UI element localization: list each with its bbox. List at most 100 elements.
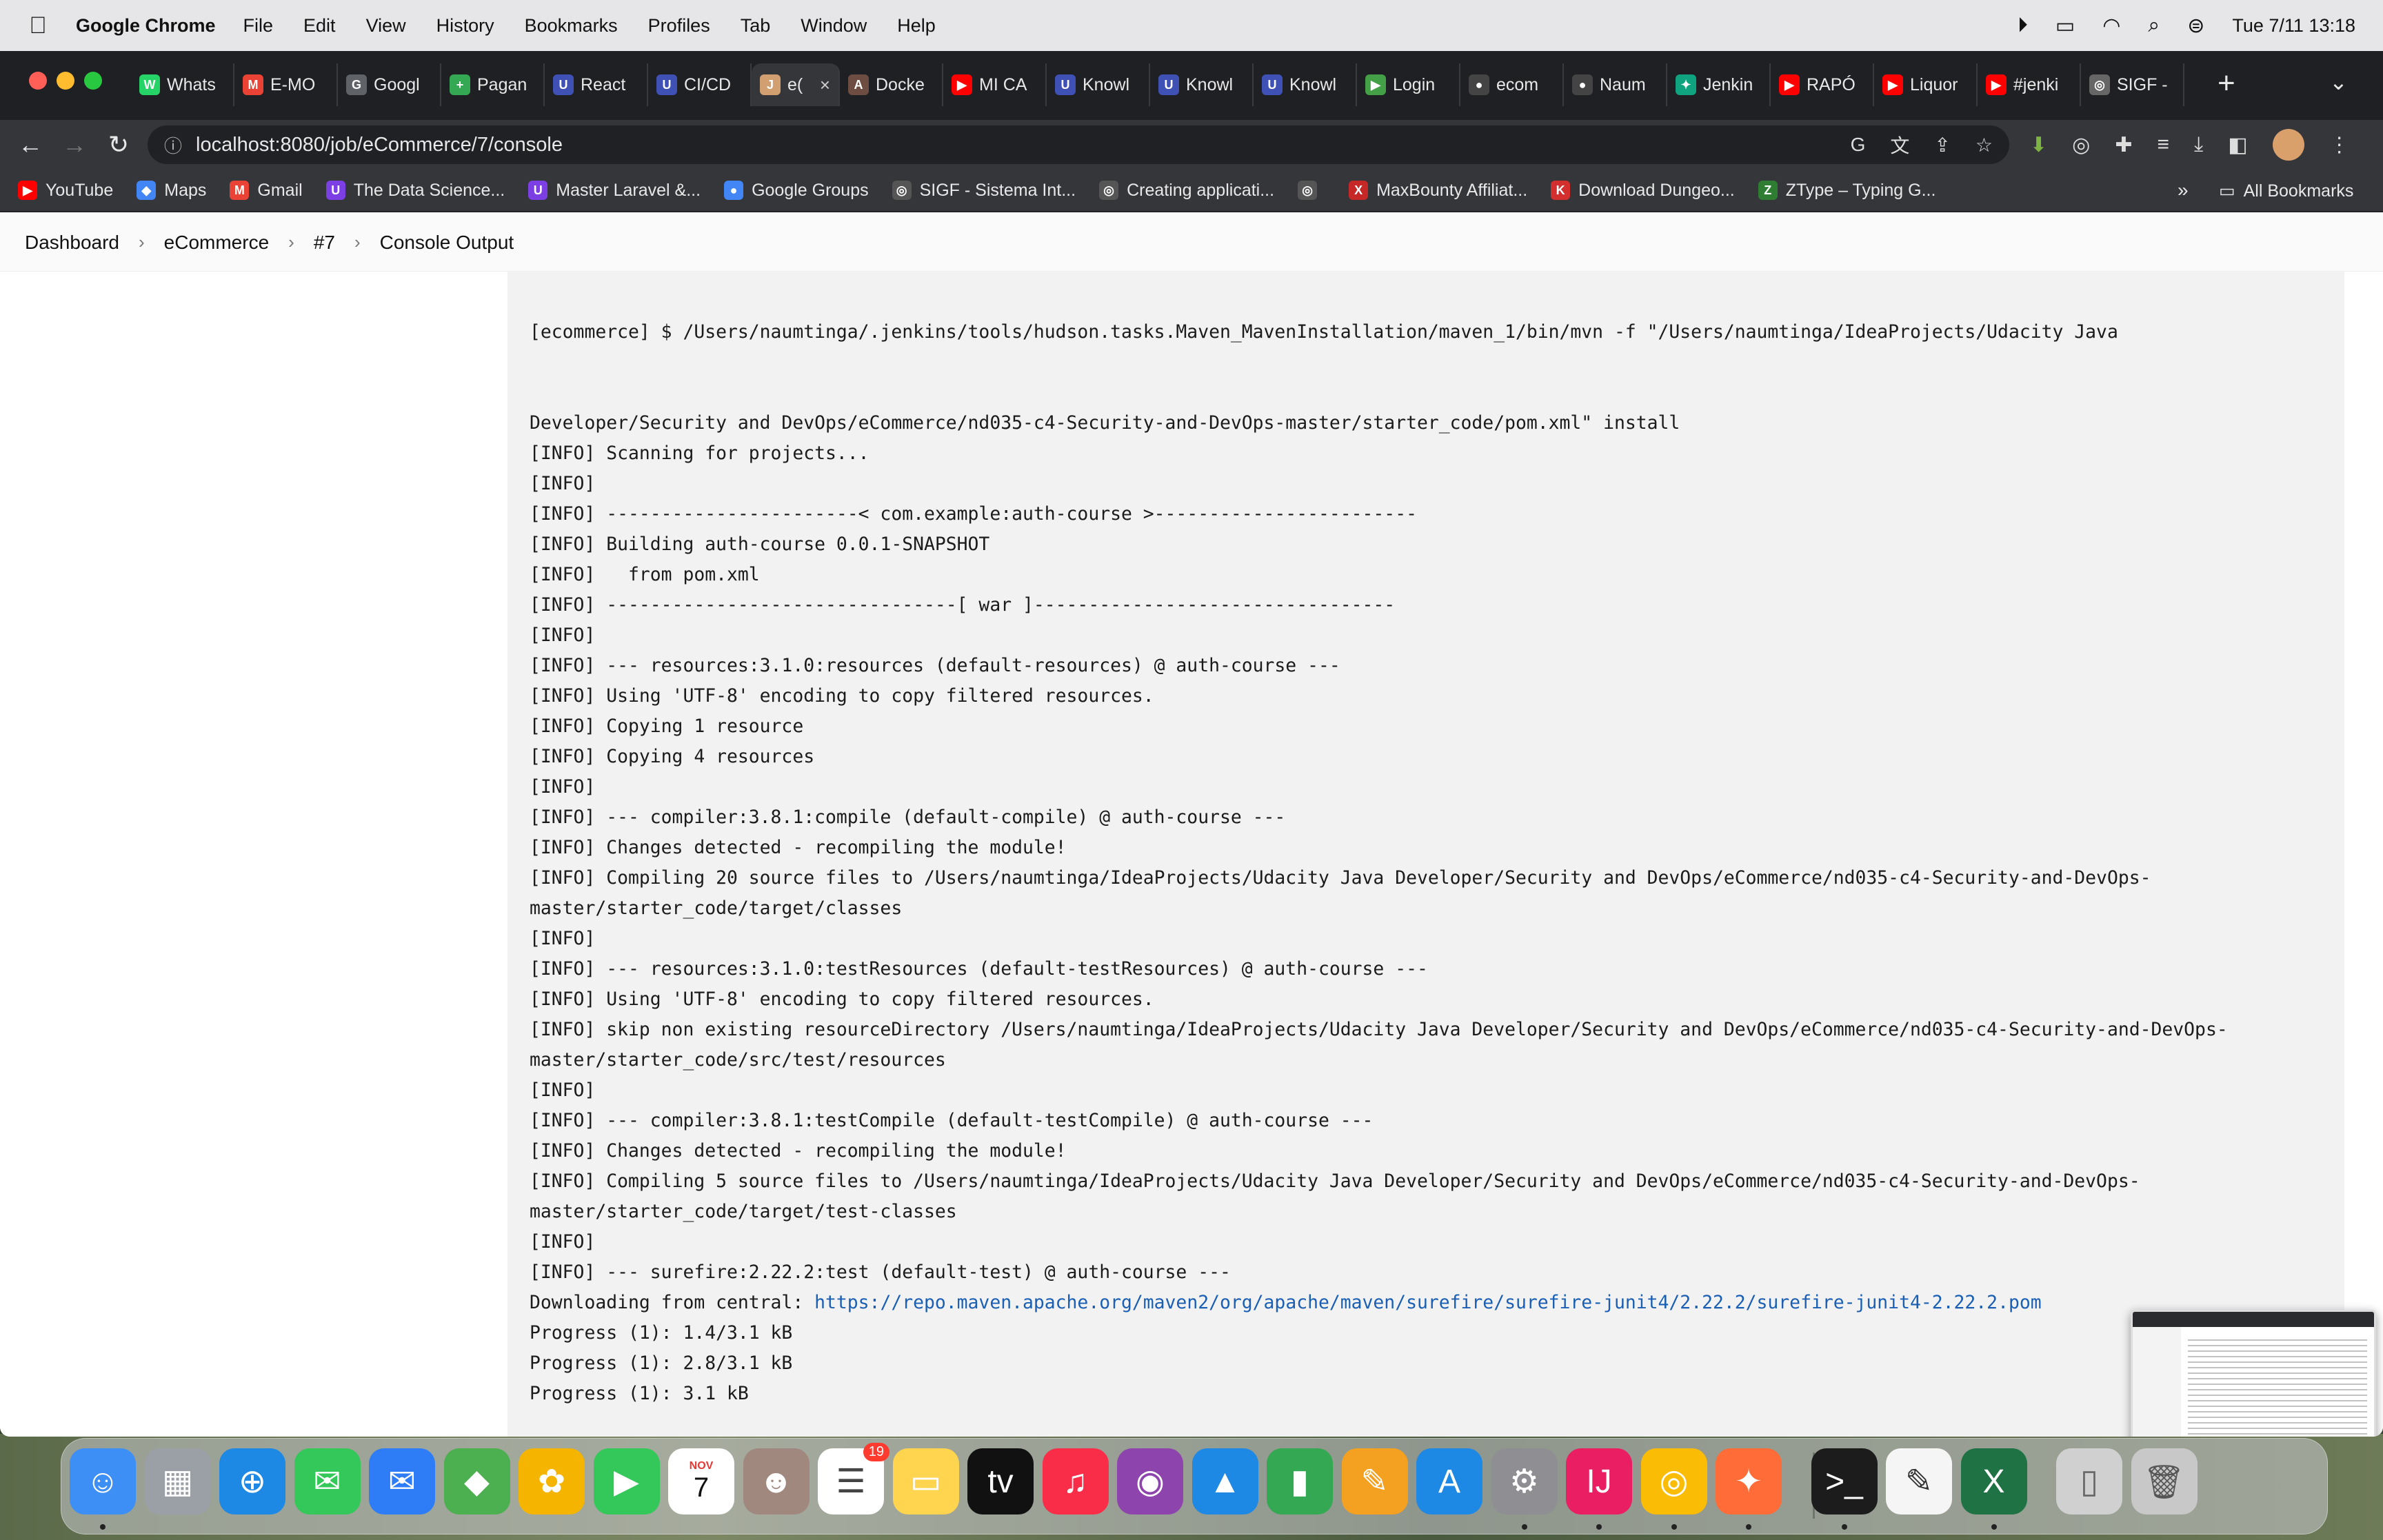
tab-17[interactable]: ▶ Liquor <box>1874 63 1978 106</box>
dock-mail-icon[interactable]: ✉ <box>369 1448 435 1514</box>
tab-18[interactable]: ▶ #jenki <box>1978 63 2081 106</box>
tab-12[interactable]: ▶ Login <box>1357 63 1460 106</box>
tab-5[interactable]: U CI/CD <box>648 63 752 106</box>
breadcrumb-ecommerce[interactable]: eCommerce <box>164 232 269 254</box>
clock[interactable]: Tue 7/11 13:18 <box>2232 15 2355 37</box>
apple-menu-icon[interactable]:  <box>0 12 76 39</box>
bookmark-item[interactable]: ◎ <box>1298 181 1325 200</box>
app-name-menu[interactable]: Google Chrome <box>76 15 216 37</box>
dock-app-store-icon[interactable]: A <box>1416 1448 1482 1514</box>
dock-facetime-icon[interactable]: ▶ <box>593 1448 660 1514</box>
dock-maps-icon[interactable]: ◆ <box>443 1448 510 1514</box>
tab-10[interactable]: U Knowl <box>1150 63 1254 106</box>
wifi-icon[interactable]: ◠ <box>2102 14 2120 38</box>
bookmark-item[interactable]: U Master Laravel &... <box>528 181 701 201</box>
chrome-menu-icon[interactable]: ⋮ <box>2329 133 2350 157</box>
dock-textedit-icon[interactable]: ✎ <box>1886 1448 1952 1514</box>
tab-16[interactable]: ▶ RAPÓ <box>1771 63 1874 106</box>
dock-reminders-icon[interactable]: ☰ 19 <box>818 1443 889 1514</box>
dock-postman-icon[interactable]: ✦ <box>1716 1448 1782 1514</box>
bookmarks-overflow-icon[interactable]: » <box>2178 179 2189 201</box>
console-output-panel[interactable]: [ecommerce] $ /Users/naumtinga/.jenkins/… <box>507 272 2344 1437</box>
reading-list-icon[interactable]: ≡ <box>2157 133 2169 156</box>
address-bar[interactable]: ⓘ localhost:8080/job/eCommerce/7/console… <box>148 125 2009 164</box>
bookmark-star-icon[interactable]: ☆ <box>1975 134 1993 156</box>
dock-safari-icon[interactable]: ⊕ <box>219 1448 285 1514</box>
tab-6[interactable]: Je(× <box>752 63 840 106</box>
breadcrumb-dashboard[interactable]: Dashboard <box>25 232 119 254</box>
tab-19[interactable]: ◎ SIGF - <box>2081 63 2184 106</box>
bookmark-item[interactable]: M Gmail <box>230 181 303 201</box>
tab-3[interactable]: + Pagan <box>441 63 545 106</box>
search-icon[interactable]: ⌕ <box>2148 14 2160 37</box>
dock-keynote-icon[interactable]: ▲ <box>1192 1448 1258 1514</box>
side-panel-icon[interactable]: ◧ <box>2228 133 2247 157</box>
tab-2[interactable]: G Googl <box>338 63 441 106</box>
tab-7[interactable]: A Docke <box>840 63 943 106</box>
dock-trash-icon[interactable]: 🗑 <box>2131 1448 2198 1514</box>
dock-music-icon[interactable]: ♫ <box>1042 1448 1109 1514</box>
window-close-button[interactable] <box>29 72 47 90</box>
dock-numbers-icon[interactable]: ▮ <box>1267 1448 1333 1514</box>
breadcrumb-console-output[interactable]: Console Output <box>380 232 514 254</box>
tab-15[interactable]: ✦ Jenkin <box>1667 63 1771 106</box>
bookmark-item[interactable]: ▶ YouTube <box>18 181 113 201</box>
address-bar-url[interactable]: localhost:8080/job/eCommerce/7/console <box>196 134 563 156</box>
dock-excel-icon[interactable]: X <box>1960 1448 2027 1514</box>
menu-bookmarks[interactable]: Bookmarks <box>525 15 618 37</box>
control-center-icon[interactable]: ⊜ <box>2187 14 2204 38</box>
bookmark-item[interactable]: Z ZType – Typing G... <box>1758 181 1935 201</box>
dock-document-icon[interactable]: ▯ <box>2056 1448 2122 1514</box>
console-artifact-link[interactable]: https://repo.maven.apache.org/maven2/org… <box>814 1292 2042 1313</box>
dock-tv-icon[interactable]: tv <box>967 1448 1034 1514</box>
menu-file[interactable]: File <box>243 15 274 37</box>
tab-13[interactable]: ● ecom <box>1460 63 1564 106</box>
menu-help[interactable]: Help <box>897 15 936 37</box>
tab-9[interactable]: U Knowl <box>1047 63 1150 106</box>
new-tab-icon[interactable]: + <box>2218 66 2235 101</box>
window-maximize-button[interactable] <box>84 72 102 90</box>
tab-11[interactable]: U Knowl <box>1254 63 1357 106</box>
tab-4[interactable]: U React <box>545 63 648 106</box>
dock-intellij-icon[interactable]: IJ <box>1566 1448 1632 1514</box>
extension-target-icon[interactable]: ◎ <box>2072 133 2090 157</box>
dock-system-settings-icon[interactable]: ⚙ <box>1491 1448 1558 1514</box>
menu-profiles[interactable]: Profiles <box>648 15 710 37</box>
dock-photos-icon[interactable]: ✿ <box>519 1448 585 1514</box>
profile-avatar[interactable] <box>2272 129 2304 161</box>
breadcrumb-build-number[interactable]: #7 <box>314 232 335 254</box>
bookmark-item[interactable]: ◎ Creating applicati... <box>1099 181 1274 201</box>
dock-contacts-icon[interactable]: ☻ <box>743 1448 810 1514</box>
all-bookmarks-folder[interactable]: ▭ All Bookmarks <box>2219 170 2353 212</box>
reload-icon[interactable]: ↻ <box>97 130 141 159</box>
bookmark-item[interactable]: ◎ SIGF - Sistema Int... <box>892 181 1076 201</box>
tab-1[interactable]: M E-MO <box>234 63 338 106</box>
dock-launchpad-icon[interactable]: ▦ <box>144 1448 211 1514</box>
dock-finder-icon[interactable]: ☺ <box>70 1448 136 1514</box>
bookmark-item[interactable]: U The Data Science... <box>325 181 505 201</box>
site-info-icon[interactable]: ⓘ <box>164 132 182 158</box>
translate-icon[interactable]: 文 <box>1890 131 1909 159</box>
dock-pages-icon[interactable]: ✎ <box>1341 1448 1408 1514</box>
back-arrow-icon[interactable]: ← <box>8 130 52 159</box>
extensions-puzzle-icon[interactable]: ✚ <box>2115 133 2132 157</box>
dock-terminal-icon[interactable]: >_ <box>1811 1448 1878 1514</box>
menu-tab[interactable]: Tab <box>741 15 771 37</box>
tab-8[interactable]: ▶ MI CA <box>943 63 1047 106</box>
extension-icon[interactable]: ⬇ <box>2030 133 2047 157</box>
bookmark-item[interactable]: X MaxBounty Affiliat... <box>1349 181 1527 201</box>
menu-edit[interactable]: Edit <box>303 15 336 37</box>
menu-view[interactable]: View <box>366 15 406 37</box>
tab-search-chevron-icon[interactable]: ⌄ <box>2329 69 2348 95</box>
bookmark-item[interactable]: K Download Dungeo... <box>1551 181 1735 201</box>
downloads-icon[interactable]: ⤓ <box>2194 133 2203 156</box>
play-icon[interactable]: ⏵ <box>2018 14 2028 37</box>
bookmark-item[interactable]: ● Google Groups <box>724 181 869 201</box>
menu-window[interactable]: Window <box>801 15 867 37</box>
google-lens-icon[interactable]: G <box>1851 134 1866 156</box>
bookmark-item[interactable]: ◆ Maps <box>137 181 206 201</box>
dock-calendar-icon[interactable]: NOV 7 <box>668 1448 734 1514</box>
share-icon[interactable]: ⇪ <box>1934 134 1950 156</box>
dock-chrome-icon[interactable]: ◎ <box>1640 1448 1707 1514</box>
forward-arrow-icon[interactable]: → <box>52 130 97 159</box>
